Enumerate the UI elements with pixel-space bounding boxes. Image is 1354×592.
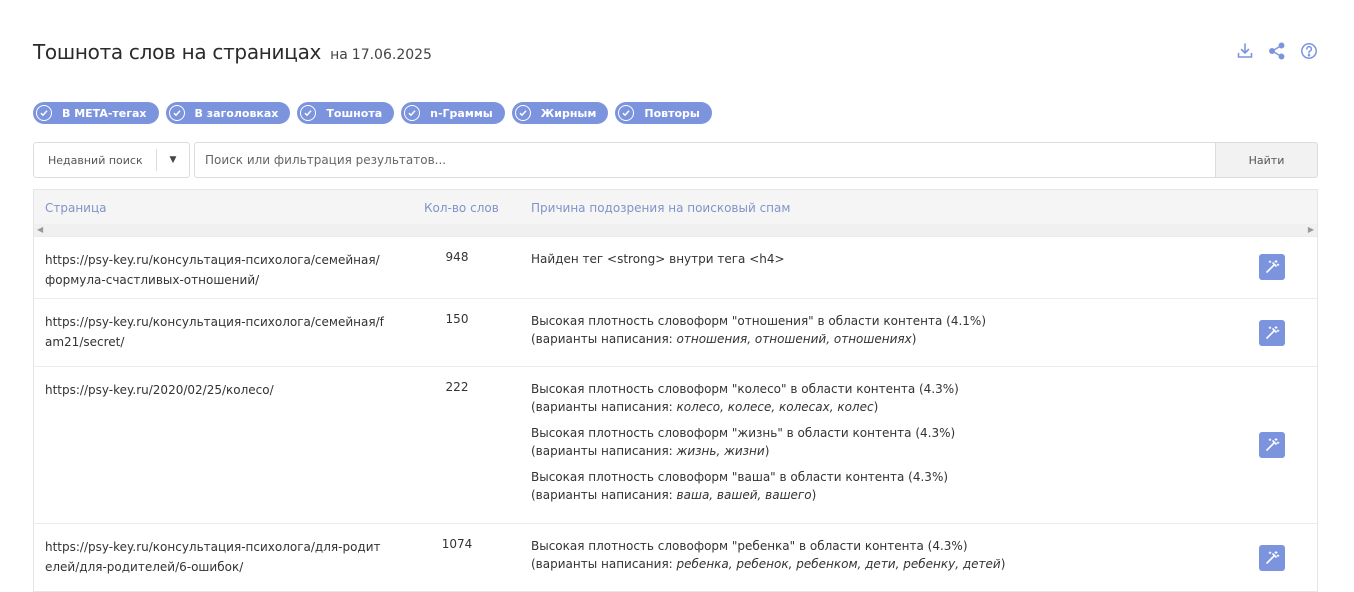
download-icon[interactable] — [1236, 42, 1254, 60]
filter-chip-nausea[interactable]: Тошнота — [297, 102, 395, 124]
scroll-left-icon[interactable]: ◀ — [37, 224, 43, 236]
filter-chips: В META-тегах В заголовках Тошнота n-Грам… — [33, 102, 712, 124]
page-header: Тошнота слов на страницах на 17.06.2025 — [33, 40, 432, 64]
filter-chip-repeats[interactable]: Повторы — [615, 102, 712, 124]
spam-reason: Найден тег <strong> внутри тега <h4> — [531, 250, 1231, 268]
variants-list: колесо, колесе, колесах, колес — [676, 400, 874, 414]
spam-reason-cell: Высокая плотность словоформ "колесо" в о… — [531, 380, 1231, 512]
variants-suffix: ) — [811, 488, 817, 502]
spam-reason: Высокая плотность словоформ "ребенка" в … — [531, 537, 1231, 573]
variants-prefix: (варианты написания: — [531, 400, 677, 414]
reason-text: Высокая плотность словоформ "ребенка" в … — [531, 539, 968, 553]
filter-chip-label: Тошнота — [326, 106, 383, 120]
horizontal-scrollbar[interactable]: ◀ ▶ — [34, 224, 1317, 236]
variants-list: отношения, отношений, отношениях — [676, 332, 912, 346]
page-title: Тошнота слов на страницах — [33, 40, 322, 64]
check-icon — [36, 105, 52, 121]
magic-wand-icon — [1266, 437, 1280, 451]
variants-list: жизнь, жизни — [676, 444, 765, 458]
reason-variants: (варианты написания: колесо, колесе, кол… — [531, 398, 1231, 416]
results-table: Страница Кол-во слов Причина подозрения … — [33, 189, 1318, 592]
filter-chip-headings[interactable]: В заголовках — [165, 102, 291, 124]
check-icon — [404, 105, 421, 121]
magic-wand-icon — [1266, 325, 1280, 339]
reason-variants: (варианты написания: жизнь, жизни) — [531, 442, 1231, 460]
variants-prefix: (варианты написания: — [531, 444, 677, 458]
reason-text: Найден тег <strong> внутри тега <h4> — [531, 252, 785, 266]
variants-suffix: ) — [1000, 557, 1006, 571]
filter-chip-label: В META-тегах — [62, 106, 147, 120]
spam-reason: Высокая плотность словоформ "колесо" в о… — [531, 380, 1231, 416]
table-row: https://psy-key.ru/консультация-психолог… — [34, 523, 1317, 591]
magic-wand-icon — [1266, 259, 1280, 273]
page-url[interactable]: https://psy-key.ru/2020/02/25/колесо/ — [45, 380, 385, 400]
search-input[interactable] — [194, 142, 1215, 178]
spam-reason-cell: Высокая плотность словоформ "ребенка" в … — [531, 537, 1231, 581]
variants-suffix: ) — [873, 400, 879, 414]
page-url[interactable]: https://psy-key.ru/консультация-психолог… — [45, 250, 385, 290]
table-row: https://psy-key.ru/2020/02/25/колесо/ 22… — [34, 366, 1317, 523]
word-count: 150 — [445, 312, 469, 326]
fix-button[interactable] — [1259, 545, 1285, 571]
date-prefix: на — [330, 47, 348, 63]
reason-text: Высокая плотность словоформ "отношения" … — [531, 314, 987, 328]
word-count: 1074 — [441, 537, 473, 551]
variants-list: ваша, вашей, вашего — [676, 488, 812, 502]
filter-chip-meta[interactable]: В META-тегах — [33, 102, 159, 124]
variants-list: ребенка, ребенок, ребенком, дети, ребенк… — [676, 557, 1001, 571]
variants-prefix: (варианты написания: — [531, 332, 677, 346]
check-icon — [300, 105, 317, 121]
filter-chip-bold[interactable]: Жирным — [511, 102, 609, 124]
recent-search-dropdown[interactable]: Недавний поиск ▼ — [33, 142, 190, 178]
filter-chip-ngrams[interactable]: n-Граммы — [401, 102, 505, 124]
reason-variants: (варианты написания: ребенка, ребенок, р… — [531, 555, 1231, 573]
share-icon[interactable] — [1268, 42, 1286, 60]
caret-down-icon: ▼ — [169, 155, 177, 165]
reason-text: Высокая плотность словоформ "колесо" в о… — [531, 382, 959, 396]
filter-chip-label: Жирным — [540, 106, 597, 120]
variants-prefix: (варианты написания: — [531, 488, 677, 502]
table-header: Страница Кол-во слов Причина подозрения … — [34, 190, 1317, 224]
table-row: https://psy-key.ru/консультация-психолог… — [34, 236, 1317, 298]
page-url[interactable]: https://psy-key.ru/консультация-психолог… — [45, 312, 385, 352]
filter-chip-label: В заголовках — [194, 106, 279, 120]
variants-prefix: (варианты написания: — [531, 557, 677, 571]
variants-suffix: ) — [764, 444, 770, 458]
column-header-page[interactable]: Страница — [45, 201, 107, 215]
check-icon — [618, 105, 635, 121]
spam-reason-cell: Высокая плотность словоформ "отношения" … — [531, 312, 1231, 356]
word-count: 948 — [445, 250, 469, 264]
fix-button[interactable] — [1259, 254, 1285, 280]
magic-wand-icon — [1266, 550, 1280, 564]
spam-reason: Высокая плотность словоформ "отношения" … — [531, 312, 1231, 348]
filter-chip-label: n-Граммы — [430, 106, 493, 120]
spam-reason: Высокая плотность словоформ "ваша" в обл… — [531, 468, 1231, 504]
column-header-count[interactable]: Кол-во слов — [424, 201, 499, 215]
filter-chip-label: Повторы — [644, 106, 700, 120]
search-bar: Недавний поиск ▼ Найти — [33, 142, 1318, 178]
reason-text: Высокая плотность словоформ "жизнь" в об… — [531, 426, 956, 440]
spam-reason-cell: Найден тег <strong> внутри тега <h4> — [531, 250, 1231, 276]
spam-reason: Высокая плотность словоформ "жизнь" в об… — [531, 424, 1231, 460]
check-icon — [168, 105, 185, 121]
word-count: 222 — [445, 380, 469, 394]
help-icon[interactable] — [1300, 42, 1318, 60]
reason-variants: (варианты написания: ваша, вашей, вашего… — [531, 486, 1231, 504]
recent-search-label: Недавний поиск — [48, 153, 143, 167]
column-header-reason: Причина подозрения на поисковый спам — [531, 201, 791, 215]
reason-text: Высокая плотность словоформ "ваша" в обл… — [531, 470, 949, 484]
table-row: https://psy-key.ru/консультация-психолог… — [34, 298, 1317, 366]
report-date: 17.06.2025 — [351, 47, 432, 63]
variants-suffix: ) — [911, 332, 917, 346]
reason-variants: (варианты написания: отношения, отношени… — [531, 330, 1231, 348]
fix-button[interactable] — [1259, 432, 1285, 458]
fix-button[interactable] — [1259, 320, 1285, 346]
check-icon — [514, 105, 531, 121]
scroll-right-icon[interactable]: ▶ — [1308, 224, 1314, 236]
header-actions — [1236, 42, 1318, 60]
find-button[interactable]: Найти — [1215, 142, 1318, 178]
page-url[interactable]: https://psy-key.ru/консультация-психолог… — [45, 537, 385, 577]
